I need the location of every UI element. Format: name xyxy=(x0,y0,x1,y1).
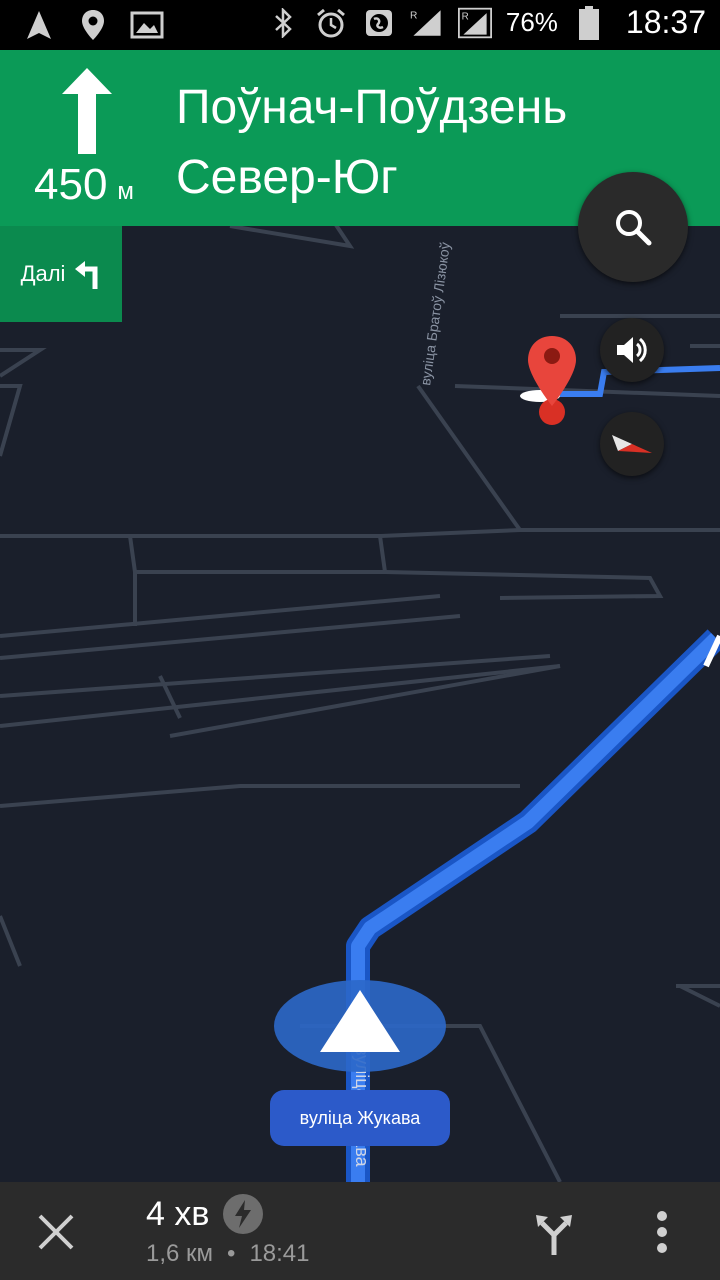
clock: 18:37 xyxy=(625,4,706,40)
svg-text:R: R xyxy=(410,10,417,21)
distance-unit: м xyxy=(117,178,134,205)
battery-percent: 76% xyxy=(505,7,558,37)
bluetooth-icon xyxy=(266,6,300,40)
compass-button[interactable] xyxy=(600,412,664,476)
compass-icon xyxy=(612,435,652,453)
status-bar: R R 76% 18:37 xyxy=(0,0,720,50)
alternate-routes-button[interactable] xyxy=(526,1202,582,1262)
turn-left-icon xyxy=(75,261,98,289)
eta-separator: • xyxy=(227,1240,236,1267)
search-button[interactable] xyxy=(578,172,688,282)
image-icon xyxy=(130,8,164,42)
then-label: Далі xyxy=(20,261,66,286)
straight-arrow-icon xyxy=(62,68,112,154)
battery-icon xyxy=(572,5,606,40)
close-icon xyxy=(38,1214,74,1250)
volume-icon xyxy=(617,337,647,363)
then-turn-indicator[interactable]: Далі xyxy=(0,226,122,322)
next-street-name: Поўнач-Поўдзень xyxy=(176,81,568,134)
next-street-name-alt: Север-Юг xyxy=(176,151,398,204)
alt-routes-icon xyxy=(536,1215,572,1255)
fastest-route-icon xyxy=(223,1194,264,1234)
eta-duration: 4 хв xyxy=(146,1194,210,1233)
current-street-label: вуліца Жукава xyxy=(270,1090,450,1146)
navigation-icon xyxy=(22,8,56,42)
more-vert-icon xyxy=(657,1211,667,1253)
trip-summary-bar[interactable]: 4 хв 1,6 км • 18:41 xyxy=(0,1182,720,1280)
search-icon xyxy=(616,210,652,246)
distance-value: 450 xyxy=(34,160,108,209)
signal-r-icon: R xyxy=(457,6,492,40)
sound-button[interactable] xyxy=(600,318,664,382)
distance-to-turn: 450 м xyxy=(34,160,134,210)
eta-distance: 1,6 км xyxy=(146,1240,214,1267)
svg-text:R: R xyxy=(461,11,468,22)
eta-details: 1,6 км • 18:41 xyxy=(146,1240,310,1268)
current-location-marker xyxy=(274,980,446,1072)
more-options-button[interactable] xyxy=(640,1202,684,1262)
eta-duration-row: 4 хв xyxy=(146,1194,264,1234)
signal-r-icon: R xyxy=(410,6,444,40)
location-pin-icon xyxy=(76,8,110,42)
eta-arrival-time: 18:41 xyxy=(249,1240,310,1267)
alarm-icon xyxy=(314,6,348,40)
globe-icon xyxy=(362,6,396,40)
exit-navigation-button[interactable] xyxy=(26,1202,86,1262)
